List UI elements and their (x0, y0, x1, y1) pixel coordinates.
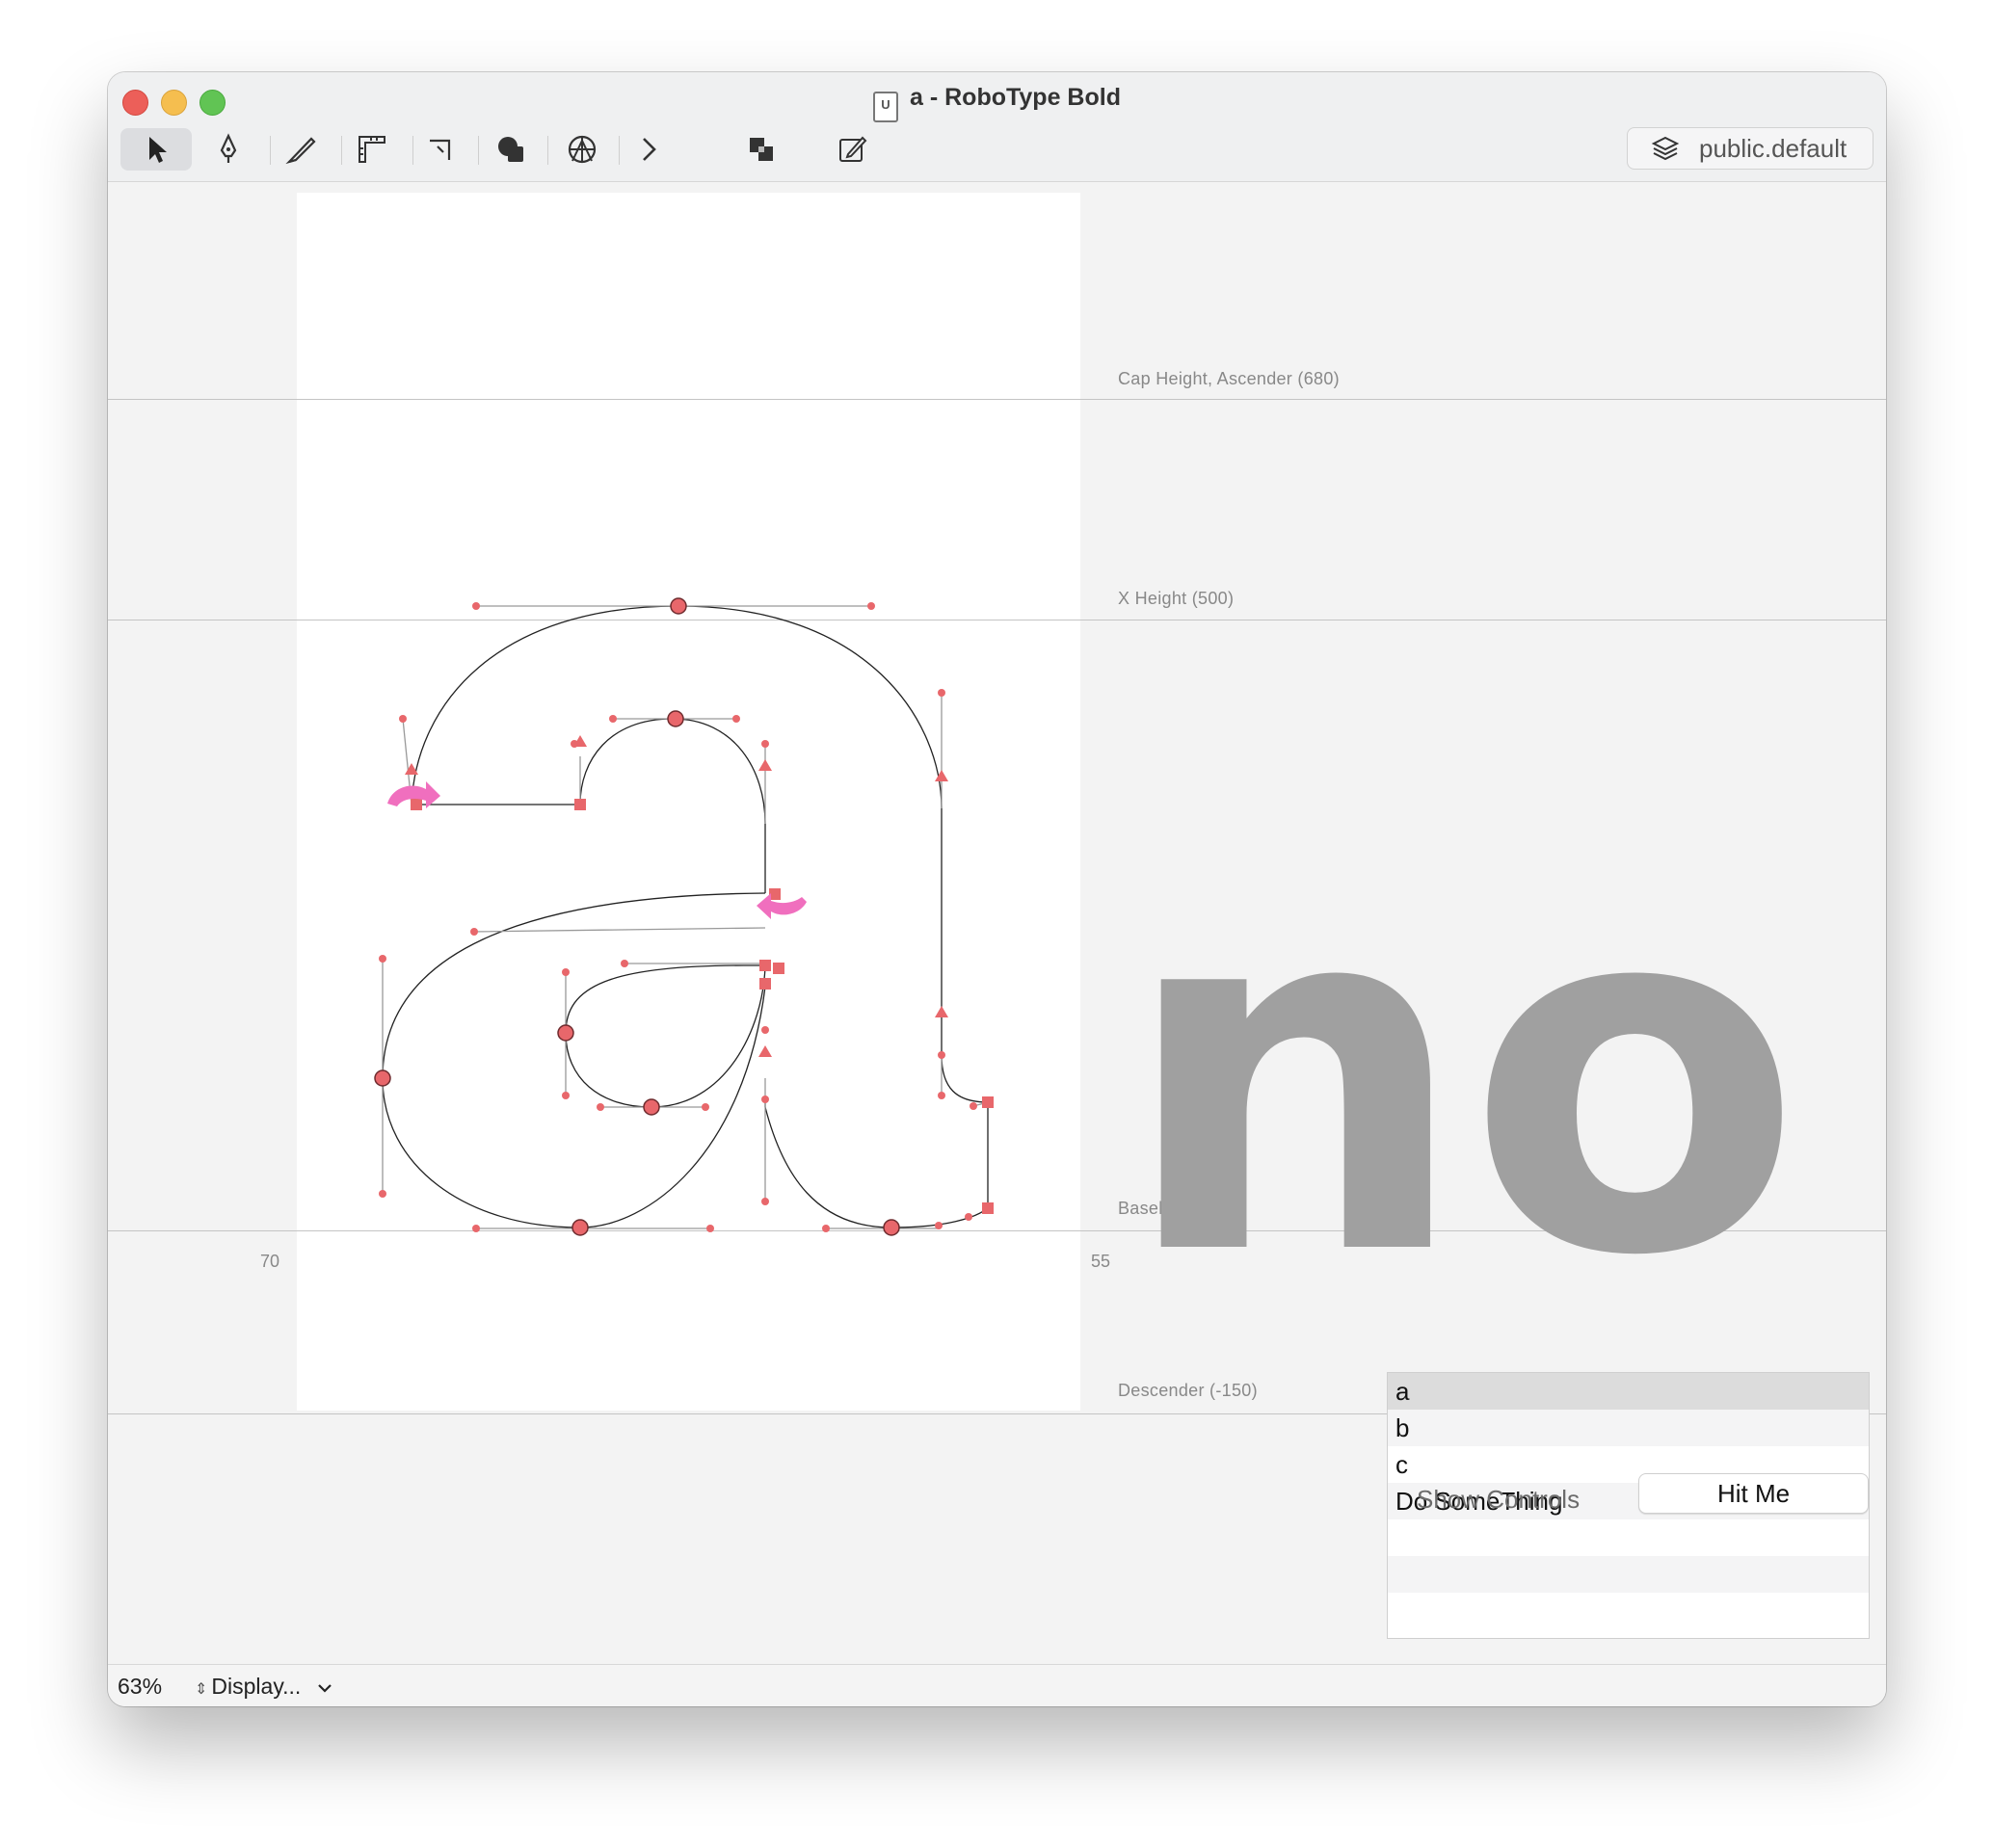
pen-nib-icon (220, 133, 237, 163)
list-item[interactable]: b (1388, 1410, 1869, 1446)
arrow-tool-button[interactable] (120, 128, 192, 171)
transform-tool-button[interactable] (816, 128, 888, 171)
shapes-tool-button[interactable] (475, 128, 546, 171)
glyph-canvas[interactable]: Cap Height, Ascender (680) X Height (500… (108, 182, 1886, 1664)
titlebar: Ua - RoboType Bold public.default (108, 72, 1886, 182)
measure-tool-button[interactable] (336, 128, 408, 171)
more-tools-button[interactable] (613, 128, 684, 171)
layers-icon (1651, 136, 1680, 161)
list-item[interactable]: a (1388, 1373, 1869, 1410)
chevron-down-icon (317, 1684, 332, 1693)
shapes-icon (498, 137, 523, 162)
layer-name: public.default (1699, 133, 1847, 163)
pen-tool-button[interactable] (193, 128, 264, 171)
list-item[interactable] (1388, 1519, 1869, 1556)
knife-icon (285, 137, 316, 165)
show-controls-label[interactable]: Show Controls (1417, 1485, 1580, 1515)
window-title-text: a - RoboType Bold (910, 84, 1121, 111)
glyph-editor-window: Ua - RoboType Bold public.default Cap He… (108, 72, 1886, 1706)
updown-arrows-icon: ⇕ (195, 1681, 208, 1698)
overlap-squares-icon (750, 138, 773, 161)
window-title: Ua - RoboType Bold (108, 84, 1886, 122)
document-icon: U (873, 92, 898, 122)
box-pencil-icon (839, 136, 867, 162)
anchor-circle-icon (568, 135, 597, 164)
anchor-tool-button[interactable] (546, 128, 618, 171)
hit-me-button[interactable]: Hit Me (1638, 1473, 1869, 1514)
list-item[interactable] (1388, 1556, 1869, 1593)
zoom-level[interactable]: 63% (118, 1674, 162, 1700)
status-bar: 63% ⇕ Display... (108, 1664, 1886, 1706)
knife-tool-button[interactable] (265, 128, 336, 171)
corner-icon (430, 139, 451, 160)
corner-tool-button[interactable] (405, 128, 476, 171)
cursor-arrow-icon (149, 137, 167, 163)
ruler-icon (359, 136, 385, 163)
overlap-tool-button[interactable] (726, 128, 797, 171)
chevron-right-icon (643, 138, 656, 161)
display-popup[interactable]: ⇕ Display... (195, 1674, 332, 1700)
layer-selector-button[interactable]: public.default (1627, 127, 1873, 170)
list-item[interactable] (1388, 1593, 1869, 1629)
display-label: Display... (211, 1674, 302, 1699)
